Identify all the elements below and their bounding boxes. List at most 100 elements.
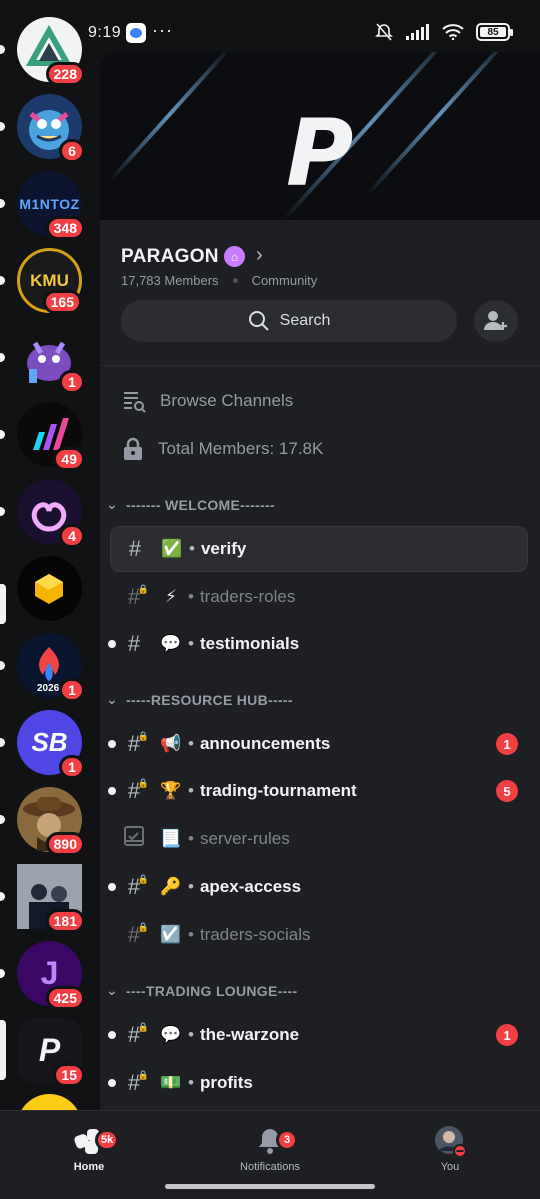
more-notifications-icon: ··· — [152, 20, 173, 40]
rules-channel-icon — [122, 825, 146, 853]
home-gesture-bar[interactable] — [165, 1184, 375, 1189]
server-icon[interactable]: M1NTOZ 348 — [17, 171, 85, 240]
channel-traders-roles[interactable]: # 🔒 ⚡ • traders-roles — [110, 574, 528, 620]
text-channel-icon: # — [127, 631, 141, 656]
search-icon — [248, 311, 269, 331]
server-name[interactable]: PARAGON — [121, 246, 219, 268]
invite-button[interactable] — [474, 300, 518, 342]
channel-the-warzone[interactable]: # 🔒 💬 • the-warzone 1 — [108, 1012, 528, 1058]
unread-indicator — [108, 1079, 116, 1087]
server-icon[interactable]: 2026 1 — [17, 633, 85, 702]
locked-channel-icon: # 🔒 — [127, 874, 149, 899]
unread-indicator — [108, 1031, 116, 1039]
banner-stripe — [364, 52, 516, 198]
lock-icon: 🔒 — [137, 731, 149, 741]
category-resource-hub[interactable]: ⌄ -----RESOURCE HUB----- — [106, 691, 293, 708]
gem-logo-icon — [35, 574, 63, 604]
channel-server-rules[interactable]: 📃 • server-rules — [110, 816, 528, 862]
browse-channels-button[interactable]: Browse Channels — [122, 389, 293, 413]
meta-separator — [232, 278, 238, 283]
server-icon[interactable] — [17, 1094, 82, 1110]
unread-indicator — [0, 815, 5, 824]
lock-icon: 🔒 — [137, 584, 149, 594]
total-members-row[interactable]: Total Members: 17.8K — [122, 437, 323, 461]
browse-channels-icon — [124, 392, 146, 413]
member-count: 17,783 Members — [121, 273, 219, 288]
text-channel-icon: # — [128, 536, 142, 561]
home-badge: 5k — [95, 1129, 120, 1151]
channel-verify[interactable]: # ✅ • verify — [110, 526, 528, 572]
locked-channel-icon: # 🔒 — [127, 1022, 149, 1047]
chevron-right-icon[interactable]: › — [256, 244, 263, 267]
category-welcome[interactable]: ⌄ ------- WELCOME------- — [106, 496, 275, 513]
locked-channel-icon: # 🔒 — [127, 584, 149, 609]
server-rail[interactable]: 228 6 M1NTOZ 348 KMU 165 1 49 4 2026 1 S… — [0, 0, 100, 1110]
channel-separator: • — [188, 634, 194, 653]
locked-channel-icon: # 🔒 — [127, 922, 149, 947]
user-avatar-icon — [435, 1126, 467, 1158]
unread-indicator — [0, 969, 5, 978]
mention-badge: 5 — [496, 780, 518, 802]
channel-announcements[interactable]: # 🔒 📢 • announcements 1 — [108, 721, 528, 767]
lock-icon: 🔒 — [137, 922, 149, 932]
search-button[interactable]: Search — [121, 300, 457, 342]
server-icon[interactable]: 4 — [17, 479, 85, 548]
server-icon-selected[interactable]: P 15 — [17, 1018, 85, 1087]
channel-trading-tournament[interactable]: # 🔒 🏆 • trading-tournament 5 — [108, 768, 528, 814]
channel-emoji: 🔑 — [160, 877, 182, 896]
chevron-down-icon: ⌄ — [106, 982, 119, 998]
channel-separator: • — [188, 829, 194, 848]
server-icon[interactable]: J 425 — [17, 941, 85, 1010]
channel-emoji: 💬 — [160, 634, 182, 653]
unread-indicator — [108, 640, 116, 648]
signal-icon — [406, 24, 429, 40]
notification-app-icon — [126, 23, 146, 43]
unread-indicator — [0, 661, 5, 670]
channel-emoji: 📢 — [160, 734, 182, 753]
server-badge: 348 — [45, 216, 85, 240]
unread-indicator — [108, 787, 116, 795]
server-icon[interactable]: 49 — [17, 402, 85, 471]
nav-home[interactable]: 5k Home — [34, 1125, 144, 1173]
nav-you-label: You — [440, 1161, 460, 1173]
channel-traders-socials[interactable]: # 🔒 ☑️ • traders-socials — [110, 912, 528, 958]
server-banner-logo: P — [286, 100, 354, 207]
mention-badge: 1 — [496, 733, 518, 755]
unread-indicator — [0, 276, 5, 285]
server-icon[interactable]: KMU 165 — [17, 248, 82, 314]
community-badge-icon: ⌂ — [224, 246, 245, 267]
channel-panel: P PARAGON ⌂ › 17,783 Members Community S… — [100, 52, 540, 1110]
unread-indicator — [0, 892, 5, 901]
channel-separator: • — [188, 925, 194, 944]
server-badge: 15 — [53, 1063, 85, 1087]
unread-indicator — [0, 430, 5, 439]
channel-name: server-rules — [199, 829, 290, 848]
server-icon[interactable] — [17, 556, 82, 621]
server-icon[interactable]: 890 — [17, 787, 85, 856]
server-badge: 165 — [42, 290, 82, 314]
battery-icon: 85 — [476, 23, 513, 41]
category-trading-lounge[interactable]: ⌄ ----TRADING LOUNGE---- — [106, 982, 297, 999]
server-icon[interactable]: 6 — [17, 94, 85, 163]
battery-level: 85 — [480, 27, 506, 38]
channel-name: the-warzone — [199, 1025, 300, 1044]
nav-notifications[interactable]: 3 Notifications — [215, 1125, 325, 1173]
channel-emoji: 📃 — [160, 829, 182, 848]
chevron-down-icon: ⌄ — [106, 691, 119, 707]
channel-apex-access[interactable]: # 🔒 🔑 • apex-access — [108, 864, 528, 910]
home-icon: 5k — [73, 1125, 120, 1157]
divider — [100, 365, 540, 366]
channel-testimonials[interactable]: # 💬 • testimonials — [108, 621, 528, 667]
server-icon[interactable]: SB 1 — [17, 710, 85, 779]
server-icon[interactable]: 1 — [17, 325, 85, 394]
channel-profits[interactable]: # 🔒 💵 • profits — [108, 1060, 528, 1106]
server-badge: 6 — [59, 139, 85, 163]
unread-indicator — [108, 883, 116, 891]
server-icon[interactable]: 181 — [17, 864, 85, 933]
channel-separator: • — [188, 781, 194, 800]
channel-name: trading-tournament — [199, 781, 357, 800]
nav-you[interactable]: You — [395, 1125, 505, 1173]
channel-emoji: 💵 — [160, 1073, 182, 1092]
channel-name: traders-socials — [199, 925, 311, 944]
channel-separator: • — [188, 877, 194, 896]
